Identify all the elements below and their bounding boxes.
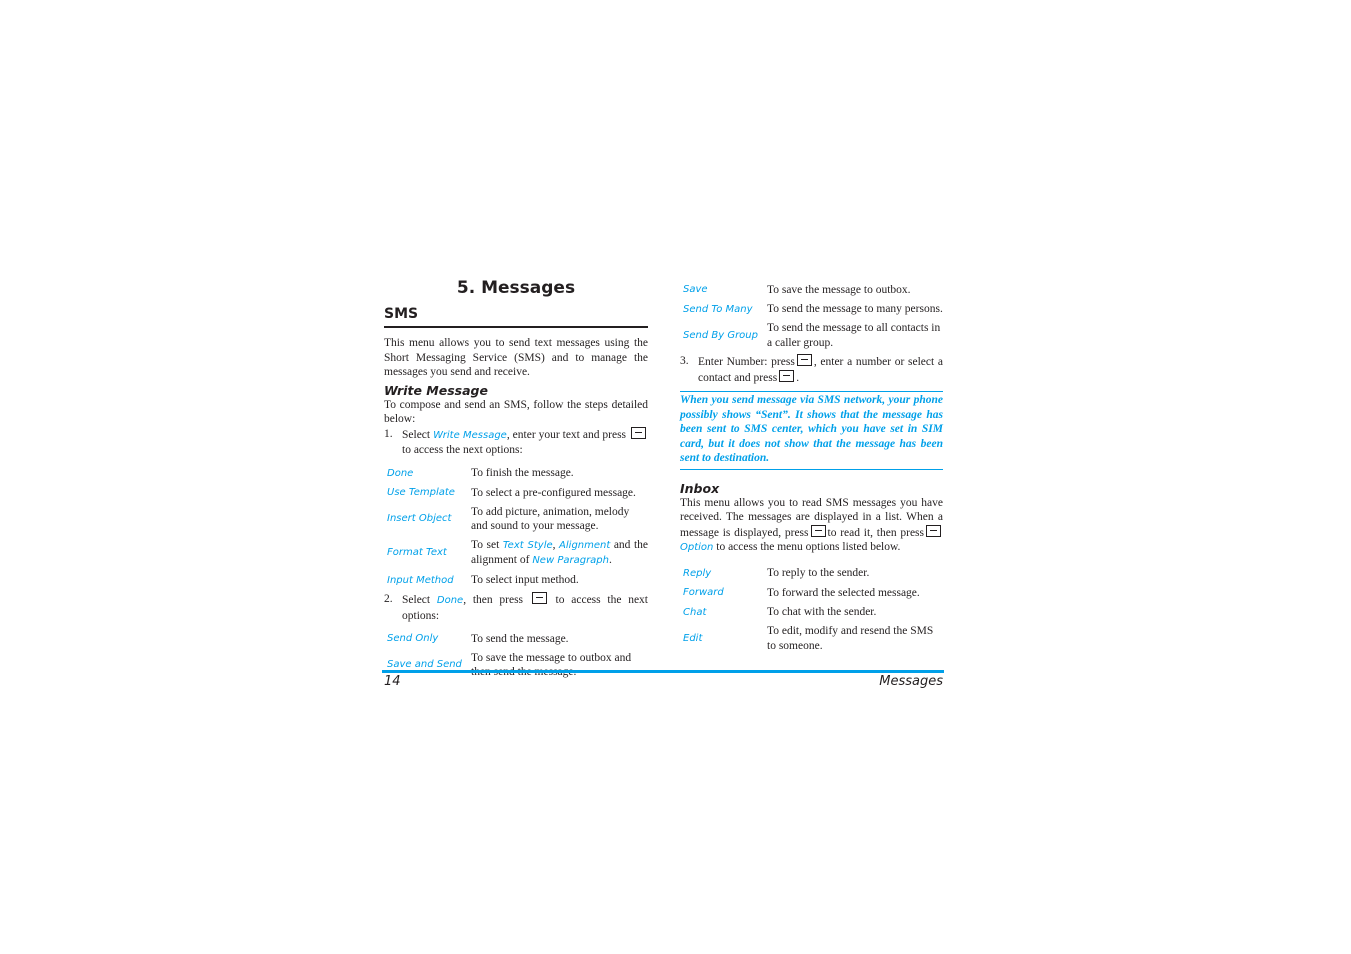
option-key: Reply <box>683 567 712 579</box>
option-key: Save <box>683 284 708 295</box>
option-desc: To add picture, animation, melody and so… <box>471 505 630 533</box>
softkey-icon <box>796 354 812 366</box>
option-desc: To finish the message. <box>471 467 574 479</box>
softkey-icon <box>631 426 647 439</box>
table-row: Send Only To send the message. <box>384 629 648 649</box>
softkey-icon <box>531 592 547 604</box>
option-key: Format Text <box>387 547 447 559</box>
table-row: Input Method To select input method. <box>384 571 648 591</box>
softkey-icon <box>810 524 826 537</box>
option-key: Input Method <box>387 574 454 586</box>
step-3: 3. Enter Number: press, enter a number o… <box>680 354 943 384</box>
step-number: 1. <box>384 427 393 440</box>
right-column: Save To save the message to outbox. Send… <box>680 280 943 657</box>
option-key: Use Template <box>387 487 455 498</box>
menu-link-done: Done <box>436 595 464 606</box>
option-key: Insert Object <box>387 513 452 525</box>
option-key: Send To Many <box>683 303 753 315</box>
option-key: Save and Send <box>387 659 462 671</box>
option-desc: To send the message. <box>471 632 569 645</box>
table-row: Insert Object To add picture, animation,… <box>384 503 648 536</box>
option-desc: To select a pre-configured message. <box>471 486 636 499</box>
write-message-intro: To compose and send an SMS, follow the s… <box>384 398 648 426</box>
step-2: 2. Select Done, then press to access the… <box>384 592 649 622</box>
option-key: Edit <box>683 632 703 644</box>
option-desc: To forward the selected message. <box>767 586 920 599</box>
option-desc: To edit, modify and resend the SMS to so… <box>767 625 934 652</box>
option-desc: To select input method. <box>471 574 579 586</box>
section-title-sms: SMS <box>384 306 648 328</box>
option-key: Done <box>387 467 414 479</box>
sent-note: When you send message via SMS network, y… <box>680 391 943 470</box>
table-row: Use Template To select a pre-configured … <box>384 483 648 503</box>
option-key: Send Only <box>387 633 439 644</box>
table-row: Save To save the message to outbox. <box>680 280 943 300</box>
table-row: Forward To forward the selected message. <box>680 583 943 603</box>
table-row: Done To finish the message. <box>384 464 648 484</box>
write-message-heading: Write Message <box>384 382 488 398</box>
step-1: 1. Select Write Message, enter your text… <box>384 426 648 458</box>
table-row: Save and Send To save the message to out… <box>384 649 648 682</box>
table-row: Reply To reply to the sender. <box>680 564 943 584</box>
menu-link-write-message: Write Message <box>433 429 507 441</box>
table-row: Edit To edit, modify and resend the SMS … <box>680 622 943 655</box>
table-row: Send To Many To send the message to many… <box>680 300 943 320</box>
softkey-icon <box>926 524 942 537</box>
footer-title: Messages <box>879 674 943 689</box>
option-key: Forward <box>683 587 724 598</box>
softkey-icon <box>779 369 795 382</box>
option-desc: To set Text Style, Alignment and the ali… <box>471 538 649 567</box>
inbox-intro: This menu allows you to read SMS message… <box>680 496 943 554</box>
option-desc: To send the message to all contacts in a… <box>767 322 941 349</box>
option-desc: To save the message to outbox and then s… <box>471 651 632 679</box>
sms-intro: This menu allows you to send text messag… <box>384 337 648 378</box>
step-number: 2. <box>384 593 393 605</box>
menu-link-option: Option <box>680 542 714 553</box>
footer-divider <box>382 670 944 673</box>
option-desc: To reply to the sender. <box>767 567 870 579</box>
option-desc: To send the message to many persons. <box>767 303 943 315</box>
inbox-heading: Inbox <box>680 480 720 496</box>
page-number: 14 <box>384 674 401 689</box>
option-desc: To save the message to outbox. <box>767 283 911 296</box>
step-number: 3. <box>680 355 689 367</box>
table-row: Send By Group To send the message to all… <box>680 319 943 352</box>
options-table-send-cont: Save To save the message to outbox. Send… <box>680 280 943 352</box>
left-column: 5. Messages SMS This menu allows you to … <box>384 276 648 684</box>
chapter-title: 5. Messages <box>456 278 576 298</box>
option-key: Send By Group <box>683 329 758 341</box>
options-table-write: Done To finish the message. Use Template… <box>384 464 648 591</box>
option-key: Chat <box>683 606 707 618</box>
option-desc: To chat with the sender. <box>767 606 877 618</box>
table-row: Chat To chat with the sender. <box>680 603 943 623</box>
table-row: Format Text To set Text Style, Alignment… <box>384 536 648 571</box>
options-table-send: Send Only To send the message. Save and … <box>384 629 648 682</box>
options-table-inbox: Reply To reply to the sender. Forward To… <box>680 564 943 656</box>
